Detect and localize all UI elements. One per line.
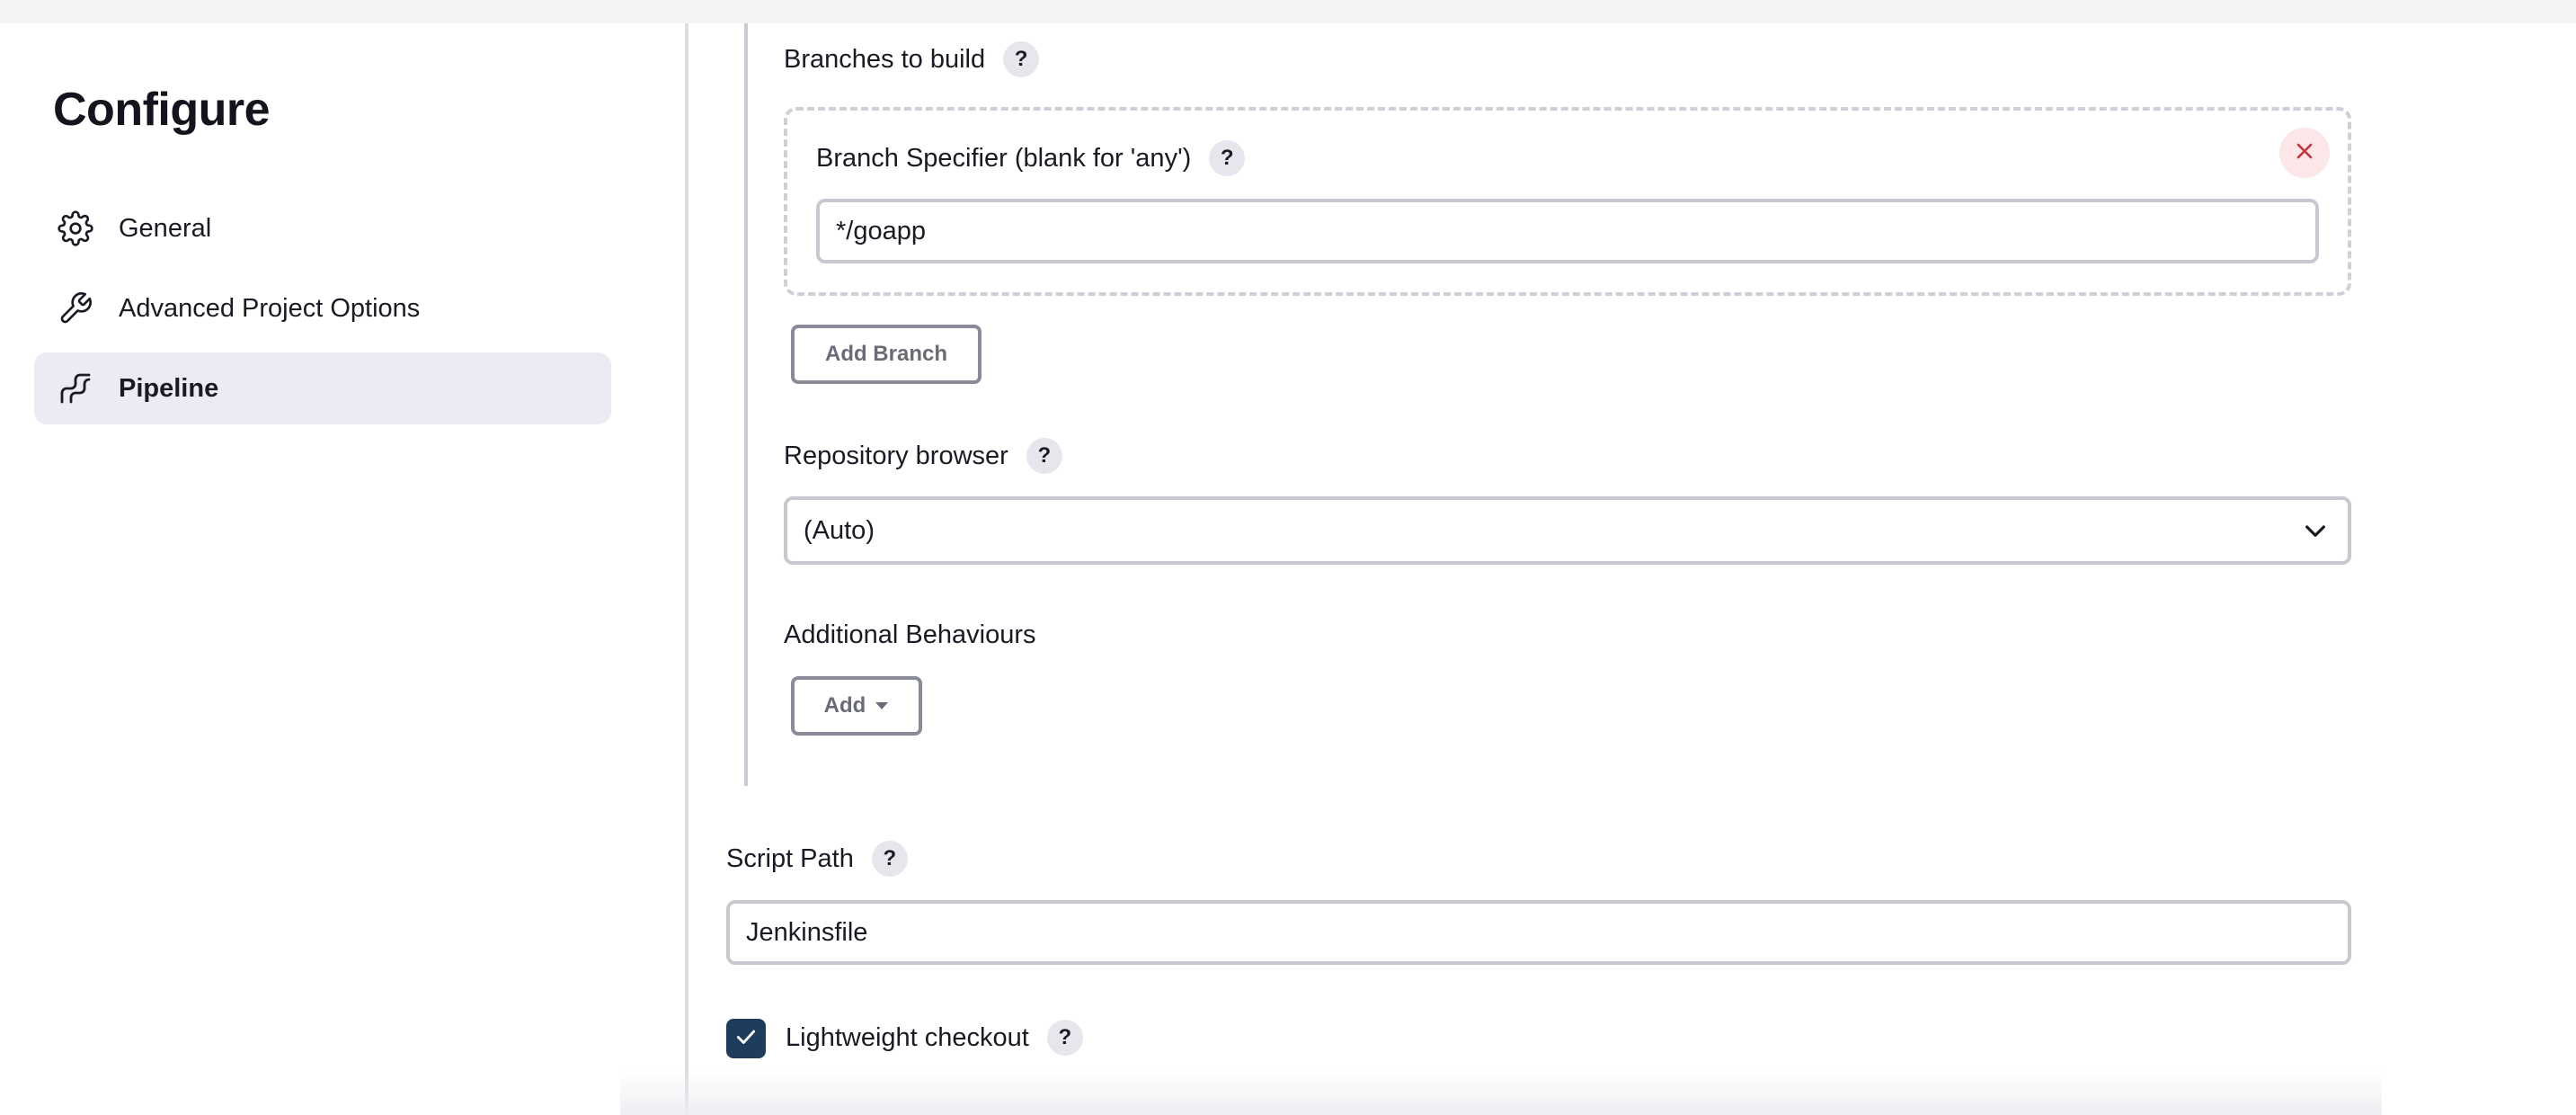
- page-title: Configure: [53, 84, 271, 136]
- sidebar-item-label: Advanced Project Options: [119, 294, 421, 323]
- sidebar-item-label: General: [119, 214, 212, 243]
- wrench-icon: [58, 290, 93, 326]
- branch-specifier-text: Branch Specifier (blank for 'any'): [816, 143, 1192, 173]
- sidebar-item-pipeline[interactable]: Pipeline: [34, 352, 611, 424]
- help-icon[interactable]: ?: [1003, 41, 1040, 77]
- add-branch-button[interactable]: Add Branch: [791, 325, 982, 384]
- script-path-label: Script Path ?: [726, 841, 908, 877]
- branch-specifier-input[interactable]: */goapp: [816, 199, 2319, 263]
- lightweight-checkout-label: Lightweight checkout ?: [786, 1020, 1083, 1056]
- repository-browser-label: Repository browser ?: [784, 438, 1062, 474]
- additional-behaviours-text: Additional Behaviours: [784, 620, 1036, 649]
- branches-to-build-label: Branches to build ?: [784, 41, 1040, 77]
- sidebar-item-advanced-project-options[interactable]: Advanced Project Options: [34, 272, 611, 344]
- repository-browser-text: Repository browser: [784, 441, 1008, 470]
- help-icon[interactable]: ?: [1209, 140, 1246, 176]
- sidebar-item-label: Pipeline: [119, 374, 219, 403]
- gear-icon: [58, 210, 93, 246]
- top-band: [0, 0, 2576, 23]
- caret-down-icon: [875, 701, 889, 710]
- lightweight-checkout-checkbox[interactable]: [726, 1019, 766, 1058]
- branches-to-build-text: Branches to build: [784, 44, 986, 74]
- lightweight-checkout-text: Lightweight checkout: [786, 1022, 1029, 1052]
- checkmark-icon: [734, 1025, 758, 1053]
- add-behaviour-button[interactable]: Add: [791, 676, 922, 736]
- close-icon: [2295, 141, 2314, 165]
- bottom-bar-shadow: [620, 1070, 2382, 1115]
- sidebar: [0, 23, 685, 1115]
- add-button-label: Add: [823, 693, 866, 718]
- additional-behaviours-label: Additional Behaviours: [784, 620, 1036, 650]
- help-icon[interactable]: ?: [1046, 1020, 1083, 1056]
- nested-section-rule: [744, 23, 748, 786]
- branch-specifier-label: Branch Specifier (blank for 'any') ?: [816, 140, 1246, 176]
- help-icon[interactable]: ?: [1026, 438, 1062, 474]
- pipeline-icon: [58, 370, 93, 406]
- script-path-input[interactable]: Jenkinsfile: [726, 900, 2351, 965]
- script-path-text: Script Path: [726, 843, 854, 873]
- sidebar-item-general[interactable]: General: [34, 192, 611, 264]
- remove-branch-button[interactable]: [2279, 128, 2330, 178]
- repository-browser-select[interactable]: (Auto): [784, 496, 2351, 565]
- chevron-down-icon: [2301, 516, 2330, 545]
- repository-browser-value: (Auto): [804, 515, 875, 545]
- help-icon[interactable]: ?: [871, 841, 908, 877]
